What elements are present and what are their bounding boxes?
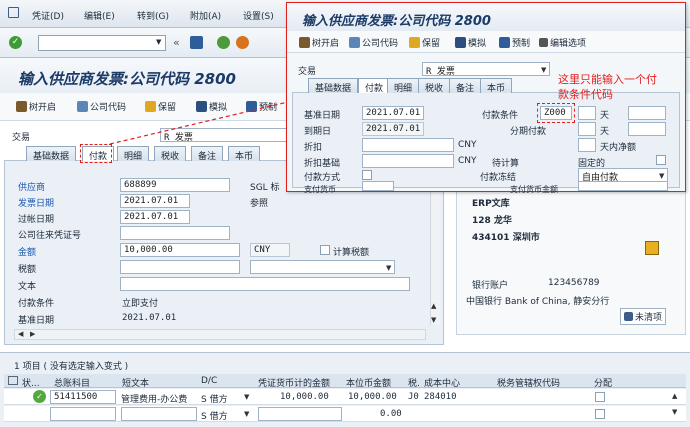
popup-tab-payment[interactable]: 付款	[358, 78, 391, 94]
popup-percent1-input[interactable]	[628, 106, 666, 120]
popup-simulate-label: 模拟	[468, 39, 487, 49]
popup-title: 输入供应商发票:公司代码 2800	[302, 14, 491, 29]
popup-hold-button[interactable]: 保留	[409, 36, 440, 49]
popup-tab-local-currency[interactable]: 本币	[480, 78, 513, 94]
popup-title-bar: 输入供应商发票:公司代码 2800	[287, 3, 685, 31]
popup-due-input[interactable]: 2021.07.01	[362, 122, 424, 136]
terms-highlight	[537, 103, 575, 123]
popup-tab-tax[interactable]: 税收	[418, 78, 451, 94]
popup-days2-input[interactable]	[578, 122, 596, 136]
popup-cny2: CNY	[458, 156, 477, 166]
popup-discount-base-label: 折扣基础	[304, 159, 341, 169]
popup-simulate-icon	[455, 37, 466, 48]
annotation-line2: 款条件代码	[558, 88, 613, 101]
popup-pay-currency-label: 支付货币	[304, 185, 336, 194]
popup-fixed-checkbox[interactable]	[656, 155, 666, 165]
popup-installment-label: 分期付款	[510, 127, 547, 137]
popup-tab-notes[interactable]: 备注	[449, 78, 482, 94]
popup-transaction-dropdown-icon[interactable]: ▼	[541, 66, 546, 74]
popup-terms-label: 付款条件	[482, 111, 519, 121]
popup-due-label: 到期日	[304, 127, 332, 137]
popup-pending-label: 待计算	[492, 159, 520, 169]
annotation-line1: 这里只能输入一个付	[558, 73, 657, 86]
popup-hold-label: 保留	[422, 39, 441, 49]
popup-discount-label: 折扣	[304, 143, 323, 153]
popup-net-label: 天内净额	[600, 143, 637, 153]
popup-preset-button[interactable]: 预制	[499, 36, 530, 49]
popup-pencil-icon	[539, 38, 548, 47]
popup-days2-label: 天	[600, 127, 610, 137]
popup-tab-basic-data[interactable]: 基础数据	[308, 78, 359, 94]
popup-tab-details[interactable]: 明细	[387, 78, 420, 94]
popup-discount-input[interactable]	[362, 138, 454, 152]
popup-hold-icon	[409, 37, 420, 48]
popup-cny1: CNY	[458, 140, 477, 150]
popup-preset-icon	[499, 37, 510, 48]
popup-block-label: 付款冻结	[480, 173, 517, 183]
popup-toolbar: 树开启 公司代码 保留 模拟 预制 编辑选项	[287, 31, 685, 53]
popup-preset-label: 预制	[512, 39, 531, 49]
popup-net-days-input[interactable]	[578, 138, 596, 152]
popup-transaction-select[interactable]: R 发票	[422, 62, 550, 76]
popup-tree-on-label: 树开启	[312, 39, 340, 49]
popup-block-dropdown-icon[interactable]: ▼	[659, 172, 664, 180]
popup-pay-amount-input[interactable]	[578, 181, 668, 191]
popup-pay-method-input[interactable]	[362, 170, 372, 180]
popup-tree-on-button[interactable]: 树开启	[299, 36, 339, 49]
popup-days1-input[interactable]	[578, 106, 596, 120]
popup-block-select[interactable]: 自由付款	[578, 168, 668, 182]
popup-company-code-label: 公司代码	[362, 39, 399, 49]
popup-pay-amount-label: 支付货币金额	[510, 185, 558, 194]
popup-edit-options-label: 编辑选项	[550, 39, 587, 49]
popup-tree-icon	[299, 37, 310, 48]
popup-discount-base-input[interactable]	[362, 154, 454, 168]
popup-company-code-button[interactable]: 公司代码	[349, 36, 398, 49]
popup-simulate-button[interactable]: 模拟	[455, 36, 486, 49]
popup-transaction-label: 交易	[298, 67, 317, 77]
popup-pay-method-label: 付款方式	[304, 173, 341, 183]
popup-baseline-input[interactable]: 2021.07.01	[362, 106, 424, 120]
popup-company-icon	[349, 37, 360, 48]
popup-pay-currency-input[interactable]	[362, 181, 394, 191]
popup-days1-label: 天	[600, 111, 610, 121]
popup-percent2-input[interactable]	[628, 122, 666, 136]
popup-baseline-label: 基准日期	[304, 111, 341, 121]
popup-edit-options-button[interactable]: 编辑选项	[539, 36, 586, 49]
